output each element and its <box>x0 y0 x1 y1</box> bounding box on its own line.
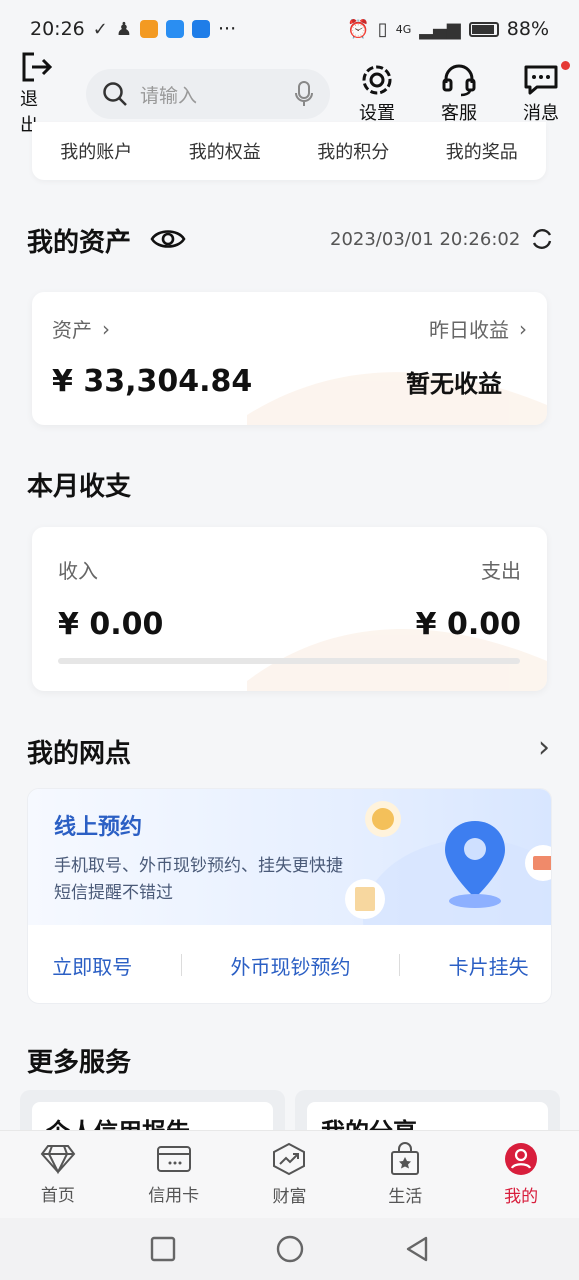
toolbar-actions: 设置 客服 消息 <box>354 61 570 125</box>
link-icon: ✓ <box>92 18 108 40</box>
home-button[interactable] <box>276 1235 304 1263</box>
chevron-right-icon[interactable]: › <box>538 730 550 765</box>
nav-home[interactable]: 首页 <box>18 1143 98 1206</box>
search-icon <box>103 82 127 106</box>
expense-value: ¥ 0.00 <box>415 607 521 642</box>
back-button[interactable] <box>404 1235 430 1263</box>
recent-apps-button[interactable] <box>150 1236 176 1262</box>
quick-link-account[interactable]: 我的账户 <box>60 138 132 164</box>
logout-icon <box>22 52 53 82</box>
asset-value: ¥ 33,304.84 <box>52 364 253 399</box>
battery-icon <box>468 21 499 37</box>
nav-credit-card-label: 信用卡 <box>148 1186 200 1206</box>
quick-links: 我的账户 我的权益 我的积分 我的奖品 <box>32 122 546 180</box>
weather-app-icon <box>192 20 210 38</box>
top-toolbar: 退出 请输入 设置 客服 消息 <box>0 52 579 136</box>
refresh-icon[interactable] <box>530 227 554 251</box>
message-icon <box>524 65 558 95</box>
status-time: 20:26 <box>30 18 85 40</box>
expense-label: 支出 <box>481 559 521 583</box>
unread-dot <box>561 61 570 70</box>
shopping-bag-icon <box>391 1142 420 1175</box>
chart-icon <box>273 1142 306 1176</box>
card-icon <box>156 1146 191 1172</box>
nav-credit-card[interactable]: 信用卡 <box>134 1143 214 1206</box>
status-right: ⏰ ▯ 4G ▂▄▆ 88% <box>347 18 549 40</box>
assets-timestamp: 2023/03/01 20:26:02 <box>330 229 521 250</box>
bottom-navigation: 首页 信用卡 财富 生活 我的 <box>0 1130 579 1218</box>
more-notifications: ··· <box>218 18 237 40</box>
branch-actions: 立即取号 外币现钞预约 卡片挂失 <box>28 925 551 1003</box>
assets-card: 资产 › ¥ 33,304.84 昨日收益 › 暂无收益 <box>32 292 547 425</box>
system-navigation <box>0 1218 579 1280</box>
assets-section-title: 我的资产 <box>27 222 131 259</box>
currency-reservation-button[interactable]: 外币现钞预约 <box>230 951 350 980</box>
signal-icon: ▂▄▆ <box>419 18 461 40</box>
assets-title: 我的资产 <box>27 228 132 258</box>
banner-line-1: 手机取号、外币现钞预约、挂失更快捷 <box>54 856 343 876</box>
status-left: 20:26 ✓ ♟ ··· <box>30 18 236 40</box>
headset-icon <box>442 64 476 97</box>
branch-banner[interactable]: 线上预约 手机取号、外币现钞预约、挂失更快捷 短信提醒不错过 <box>28 789 551 925</box>
network-type: 4G <box>395 22 412 36</box>
yesterday-value: 暂无收益 <box>406 370 502 398</box>
status-bar: 20:26 ✓ ♟ ··· ⏰ ▯ 4G ▂▄▆ 88% <box>0 0 579 58</box>
messages-button[interactable]: 消息 <box>518 61 570 125</box>
quick-link-prizes[interactable]: 我的奖品 <box>446 138 518 164</box>
chevron-right-icon: › <box>519 316 527 341</box>
asset-link[interactable]: 资产 › <box>52 314 110 343</box>
take-number-button[interactable]: 立即取号 <box>52 951 132 980</box>
yesterday-label: 昨日收益 <box>429 318 509 342</box>
microphone-icon[interactable] <box>294 80 314 108</box>
vibrate-icon: ▯ <box>377 18 388 40</box>
qq-icon: ♟ <box>115 18 132 40</box>
diamond-icon <box>40 1145 76 1175</box>
battery-level: 88% <box>506 18 549 40</box>
income-expense-bar <box>58 658 520 664</box>
divider <box>180 954 182 976</box>
card-loss-report-button[interactable]: 卡片挂失 <box>449 951 529 980</box>
customer-service-button[interactable]: 客服 <box>436 63 482 125</box>
gear-icon <box>362 65 392 95</box>
banner-line-2: 短信提醒不错过 <box>54 883 173 903</box>
eye-icon[interactable] <box>150 226 186 252</box>
app-icon <box>140 20 158 38</box>
more-services-title: 更多服务 <box>27 1048 132 1078</box>
nav-mine-label: 我的 <box>504 1187 539 1207</box>
branch-card: 线上预约 手机取号、外币现钞预约、挂失更快捷 短信提醒不错过 立即取号 外币现钞… <box>27 788 552 1004</box>
search-input[interactable]: 请输入 <box>86 69 330 119</box>
banner-title: 线上预约 <box>54 815 143 840</box>
chevron-right-icon: › <box>102 316 110 341</box>
monthly-card[interactable]: 收入 ¥ 0.00 支出 ¥ 0.00 <box>32 527 547 691</box>
nav-wealth-label: 财富 <box>272 1187 307 1207</box>
settings-button[interactable]: 设置 <box>354 63 400 125</box>
quick-link-points[interactable]: 我的积分 <box>317 138 389 164</box>
map-location-illustration <box>345 801 551 925</box>
nav-mine[interactable]: 我的 <box>481 1142 561 1207</box>
quick-link-rights[interactable]: 我的权益 <box>189 138 261 164</box>
income-value: ¥ 0.00 <box>58 607 164 642</box>
divider <box>399 954 401 976</box>
asset-label: 资产 <box>52 318 92 342</box>
cloud-app-icon <box>166 20 184 38</box>
nav-wealth[interactable]: 财富 <box>249 1142 329 1207</box>
search-placeholder: 请输入 <box>140 84 198 107</box>
yesterday-income-link[interactable]: 昨日收益 › <box>429 314 527 343</box>
user-icon <box>505 1143 538 1175</box>
nav-life-label: 生活 <box>388 1187 423 1207</box>
income-label: 收入 <box>58 559 98 583</box>
nav-life[interactable]: 生活 <box>365 1142 445 1207</box>
alarm-icon: ⏰ <box>347 18 370 40</box>
monthly-title: 本月收支 <box>27 472 132 502</box>
nav-home-label: 首页 <box>40 1186 75 1206</box>
branch-title: 我的网点 <box>27 739 132 769</box>
